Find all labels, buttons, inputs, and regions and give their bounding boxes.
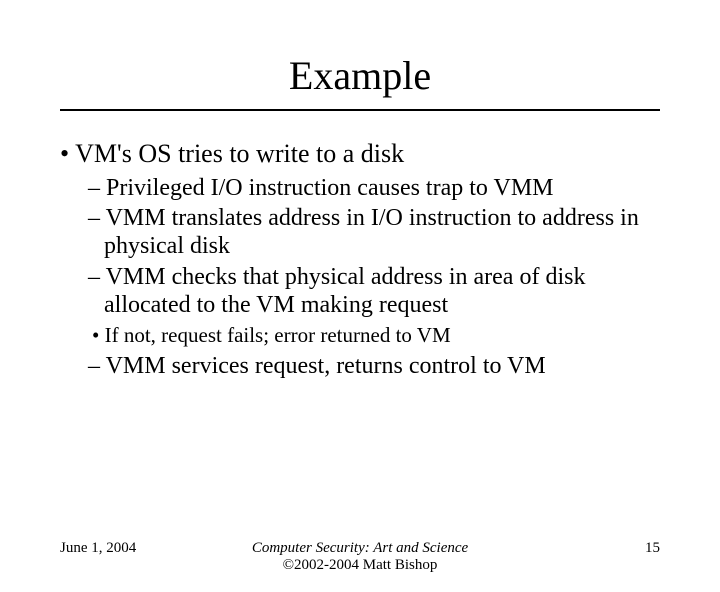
- bullet-list-level1: VM's OS tries to write to a disk: [60, 139, 660, 170]
- footer-date: June 1, 2004: [60, 540, 180, 557]
- bullet-main: VM's OS tries to write to a disk: [60, 139, 660, 170]
- slide-body: VM's OS tries to write to a disk Privile…: [60, 139, 660, 380]
- bullet-list-level2: Privileged I/O instruction causes trap t…: [88, 174, 660, 320]
- title-rule: [60, 109, 660, 111]
- bullet-sub2: VMM translates address in I/O instructio…: [88, 204, 660, 261]
- footer-page-number: 15: [540, 540, 660, 557]
- slide-title: Example: [0, 52, 720, 99]
- footer: June 1, 2004 Computer Security: Art and …: [0, 540, 720, 574]
- bullet-sub1: Privileged I/O instruction causes trap t…: [88, 174, 660, 202]
- bullet-list-level2b: VMM services request, returns control to…: [88, 352, 660, 380]
- bullet-list-level3: If not, request fails; error returned to…: [92, 323, 660, 348]
- footer-source-title: Computer Security: Art and Science: [180, 540, 540, 557]
- bullet-sub3: VMM checks that physical address in area…: [88, 263, 660, 320]
- bullet-sub4: VMM services request, returns control to…: [88, 352, 660, 380]
- slide: Example VM's OS tries to write to a disk…: [0, 52, 720, 592]
- footer-center: Computer Security: Art and Science ©2002…: [180, 540, 540, 574]
- bullet-sub3a: If not, request fails; error returned to…: [92, 323, 660, 348]
- footer-copyright: ©2002-2004 Matt Bishop: [180, 557, 540, 574]
